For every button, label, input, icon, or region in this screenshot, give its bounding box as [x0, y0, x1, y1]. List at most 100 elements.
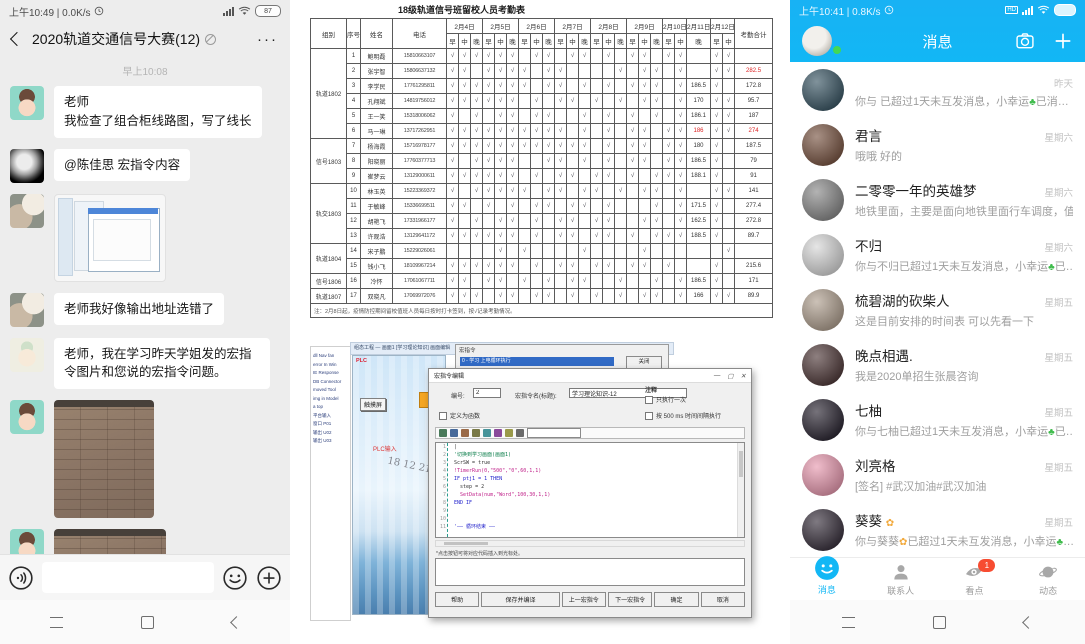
- macro-list-selected-row[interactable]: 0 - 学习 上电循环执行: [460, 357, 614, 366]
- editor-hscrollbar[interactable]: [435, 540, 745, 547]
- more-menu-icon[interactable]: ···: [257, 31, 278, 48]
- avatar[interactable]: [10, 400, 44, 434]
- chat-list-item[interactable]: 七柚星期五你与七柚已超过1天未互发消息，小幸运♣已…: [790, 392, 1085, 447]
- att-no: 9: [347, 169, 361, 184]
- define-function-checkbox[interactable]: 定义为函数: [439, 411, 480, 420]
- chat-list-item[interactable]: 晚点相遇.星期五我是2020单招生张晨咨询: [790, 337, 1085, 392]
- tab-动态[interactable]: 动态: [1011, 558, 1085, 600]
- project-tree[interactable]: dll Nav fanerror In WinIE ResponseDB Con…: [310, 346, 351, 621]
- tree-item[interactable]: moved Tool: [313, 386, 349, 395]
- att-cell: [507, 244, 519, 259]
- dialog-button-2[interactable]: 保存并编译: [481, 592, 559, 607]
- home-icon[interactable]: [933, 616, 946, 629]
- contact-avatar[interactable]: [802, 124, 844, 166]
- message-image[interactable]: [54, 529, 166, 555]
- my-avatar[interactable]: [802, 26, 832, 56]
- clock-icon: [884, 5, 894, 15]
- message-image[interactable]: [54, 400, 154, 518]
- contact-avatar[interactable]: [802, 234, 844, 276]
- contact-avatar[interactable]: [802, 509, 844, 551]
- avatar[interactable]: [10, 338, 44, 372]
- tree-item[interactable]: 平台输入: [313, 412, 349, 421]
- macro-no-input[interactable]: [473, 388, 501, 398]
- dialog-button-3[interactable]: 上一宏指令: [562, 592, 606, 607]
- paste-icon[interactable]: [461, 429, 469, 437]
- tab-看点[interactable]: 看点1: [938, 558, 1012, 600]
- back-nav-icon[interactable]: [230, 616, 243, 629]
- dialog-button-5[interactable]: 确定: [654, 592, 698, 607]
- tab-消息[interactable]: 消息: [790, 558, 864, 600]
- back-icon[interactable]: [10, 32, 24, 46]
- copy-icon[interactable]: [450, 429, 458, 437]
- emoji-icon[interactable]: [222, 565, 248, 591]
- interval-checkbox[interactable]: 按 500 ms 时间间隔执行: [645, 411, 721, 420]
- line-number: 4: [436, 467, 449, 475]
- tree-item[interactable]: DB Connector: [313, 378, 349, 387]
- att-cell: [579, 169, 591, 184]
- avatar[interactable]: [10, 149, 44, 183]
- code-text: |: [449, 443, 457, 451]
- redo-icon[interactable]: [483, 429, 491, 437]
- tree-item[interactable]: error In Win: [313, 361, 349, 370]
- message-image[interactable]: [54, 194, 166, 282]
- home-icon[interactable]: [141, 616, 154, 629]
- code-line: 5IF ptj1 = 1 THEN: [436, 475, 744, 483]
- camera-icon[interactable]: [1015, 31, 1035, 51]
- toolbar-search-input[interactable]: [527, 428, 581, 438]
- maximize-icon[interactable]: ▢: [727, 372, 733, 380]
- avatar[interactable]: [10, 194, 44, 228]
- contact-avatar[interactable]: [802, 69, 844, 111]
- close-icon[interactable]: ✕: [741, 372, 746, 380]
- voice-icon[interactable]: [8, 565, 34, 591]
- avatar[interactable]: [10, 293, 44, 327]
- tree-item[interactable]: 输出 U03: [313, 437, 349, 446]
- undo-icon[interactable]: [472, 429, 480, 437]
- back-nav-icon[interactable]: [1022, 616, 1035, 629]
- chat-list-item[interactable]: 君言星期六哦哦 好的: [790, 117, 1085, 172]
- tree-item[interactable]: img in Model: [313, 395, 349, 404]
- contact-avatar[interactable]: [802, 289, 844, 331]
- chat-list-item[interactable]: 葵葵 ✿星期五你与葵葵✿已超过1天未互发消息，小幸运♣…: [790, 502, 1085, 557]
- avatar[interactable]: [10, 529, 44, 555]
- tree-item[interactable]: IE Response: [313, 369, 349, 378]
- att-cell: [615, 109, 627, 124]
- avatar[interactable]: [10, 86, 44, 120]
- att-cell: √: [555, 79, 567, 94]
- dialog-button-4[interactable]: 下一宏指令: [608, 592, 652, 607]
- tree-item[interactable]: 窗口 P01: [313, 420, 349, 429]
- chat-list-item[interactable]: 梳碧湖的砍柴人星期五这是目前安排的时间表 可以先看一下: [790, 282, 1085, 337]
- add-icon[interactable]: [1053, 31, 1073, 51]
- find-icon[interactable]: [494, 429, 502, 437]
- att-cell: [567, 124, 579, 139]
- chat-list-item[interactable]: 二零零一年的英雄梦星期六地铁里面，主要是面向地铁里面行车调度，值…: [790, 172, 1085, 227]
- dialog-button-1[interactable]: 帮助: [435, 592, 479, 607]
- description-textarea[interactable]: [435, 558, 745, 586]
- chat-list-item[interactable]: 刘亮格星期五[签名] #武汉加油#武汉加油: [790, 447, 1085, 502]
- run-once-checkbox[interactable]: 只执行一次: [645, 395, 686, 404]
- message-input[interactable]: [42, 562, 214, 593]
- plus-icon[interactable]: [256, 565, 282, 591]
- line-number: 7: [436, 491, 449, 499]
- help-icon[interactable]: [516, 429, 524, 437]
- check-icon[interactable]: [505, 429, 513, 437]
- menu-icon[interactable]: [842, 617, 855, 628]
- tab-联系人[interactable]: 联系人: [864, 558, 938, 600]
- contact-avatar[interactable]: [802, 399, 844, 441]
- editor-vscrollbar[interactable]: [737, 443, 744, 537]
- menu-icon[interactable]: [50, 617, 63, 628]
- touchscreen-button[interactable]: 触摸屏: [360, 398, 386, 411]
- chat-list-item[interactable]: 不归星期六你与不归已超过1天未互发消息，小幸运♣已…: [790, 227, 1085, 282]
- tree-item[interactable]: dll Nav fan: [313, 352, 349, 361]
- chat-list-item[interactable]: 昨天你与 已超过1天未互发消息，小幸运♣已消…: [790, 62, 1085, 117]
- tree-item[interactable]: a top: [313, 403, 349, 412]
- contact-avatar[interactable]: [802, 454, 844, 496]
- dialog-button-6[interactable]: 取消: [701, 592, 745, 607]
- contact-avatar[interactable]: [802, 179, 844, 221]
- cut-icon[interactable]: [439, 429, 447, 437]
- att-no: 8: [347, 154, 361, 169]
- contact-avatar[interactable]: [802, 344, 844, 386]
- att-cell: [519, 214, 531, 229]
- minimize-icon[interactable]: —: [714, 372, 721, 380]
- tree-item[interactable]: 输出 U02: [313, 429, 349, 438]
- code-editor[interactable]: 1|2'切换到学习画面(画面1)3ScrSW = true4!TimerRun(…: [435, 442, 745, 538]
